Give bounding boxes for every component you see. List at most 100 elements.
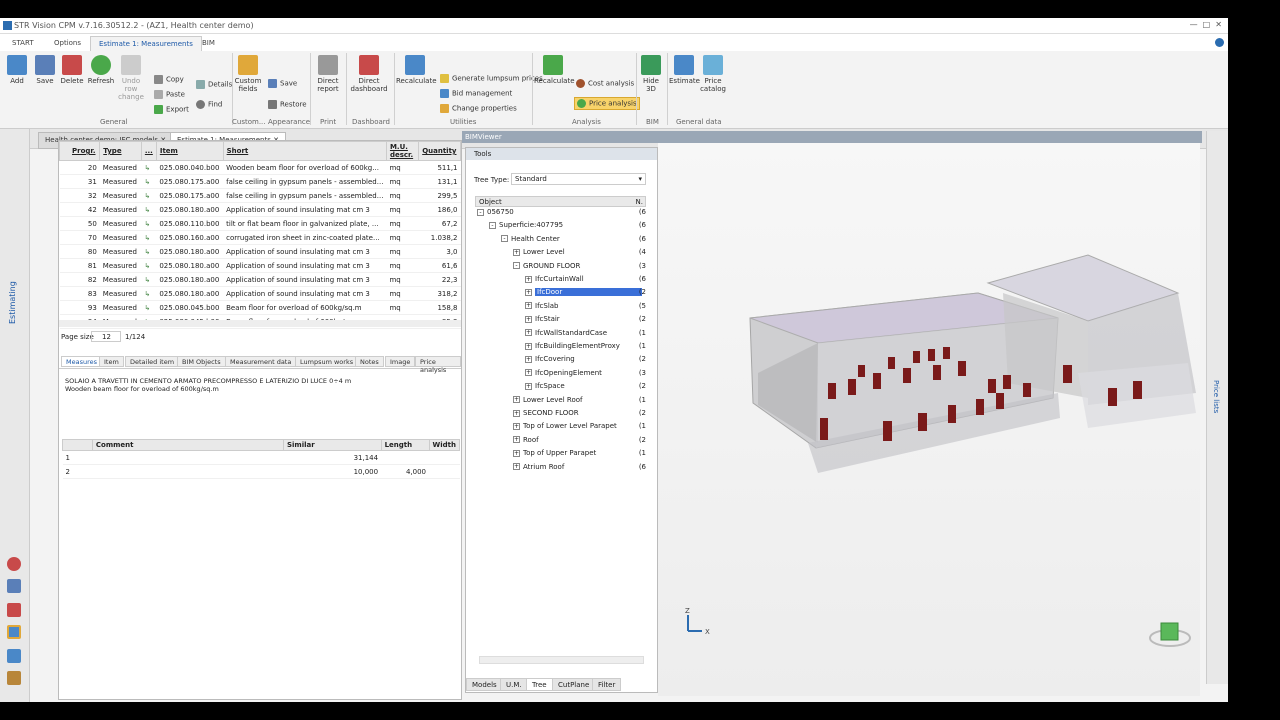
- col-more[interactable]: ...: [140, 141, 157, 161]
- tab-bim[interactable]: BIM: [194, 36, 223, 51]
- tree-node[interactable]: + Top of Lower Level Parapet: [513, 422, 617, 430]
- expand-icon[interactable]: +: [525, 355, 532, 363]
- tab-measures[interactable]: Measures: [61, 356, 103, 367]
- tree-node[interactable]: -056750: [477, 208, 514, 216]
- tab-estimate-measurements[interactable]: Estimate 1: Measurements: [90, 36, 202, 51]
- recalculate-button[interactable]: Recalculate: [396, 55, 437, 85]
- generate-lumpsum-button[interactable]: Generate lumpsum prices: [440, 74, 543, 83]
- tree-node[interactable]: + IfcCovering: [525, 355, 575, 363]
- expand-icon[interactable]: +: [525, 288, 532, 296]
- price-lists-label[interactable]: Price lists: [1212, 380, 1220, 413]
- expand-icon[interactable]: +: [525, 382, 532, 390]
- copy-button[interactable]: Copy: [154, 75, 184, 84]
- expand-icon[interactable]: -: [501, 235, 508, 243]
- table-row[interactable]: 83 Measured ↳ 025.080.180.a00 Application of…: [59, 286, 461, 301]
- custom-fields-button[interactable]: Custom fields: [234, 55, 262, 93]
- find-button[interactable]: Find: [196, 100, 222, 109]
- direct-dashboard-button[interactable]: Direct dashboard: [348, 55, 390, 93]
- expand-icon[interactable]: +: [513, 463, 520, 471]
- estimating-label[interactable]: Estimating: [8, 281, 17, 324]
- expand-icon[interactable]: +: [525, 275, 532, 283]
- measure-row[interactable]: 2 10,000 4,000: [62, 464, 460, 479]
- document-icon[interactable]: [7, 579, 21, 593]
- tree-node[interactable]: + IfcStair: [525, 315, 560, 323]
- bid-management-button[interactable]: Bid management: [440, 89, 512, 98]
- measurements-grid[interactable]: Progr. Type ... Item Short M.U. descr. Q…: [58, 141, 461, 329]
- tab-start[interactable]: START: [4, 36, 42, 51]
- cell-comment[interactable]: [92, 450, 284, 465]
- chart-icon[interactable]: [7, 671, 21, 685]
- expand-icon[interactable]: -: [477, 208, 484, 216]
- tab-price-analysis[interactable]: Price analysis: [415, 356, 461, 374]
- estimate-icon[interactable]: [7, 625, 21, 639]
- tree-node[interactable]: + SECOND FLOOR: [513, 409, 579, 417]
- tab-options[interactable]: Options: [46, 36, 89, 51]
- cell-width[interactable]: [429, 450, 460, 465]
- table-row[interactable]: 70 Measured ↳ 025.080.160.a00 corrugated iro…: [59, 230, 461, 245]
- tab-models[interactable]: Models: [466, 678, 503, 691]
- tree-node[interactable]: - Superficie:407795: [489, 221, 563, 229]
- col-type[interactable]: Type: [99, 141, 142, 161]
- navigation-cube-icon[interactable]: [1149, 622, 1191, 647]
- grid-icon[interactable]: [7, 649, 21, 663]
- expand-icon[interactable]: +: [525, 369, 532, 377]
- col-comment[interactable]: Comment: [91, 439, 284, 451]
- cell-similar[interactable]: 31,144: [283, 450, 382, 465]
- help-icon[interactable]: [1215, 38, 1224, 47]
- tree-type-select[interactable]: Standard ▾: [511, 173, 646, 185]
- tab-cutplane[interactable]: CutPlane: [552, 678, 596, 691]
- direct-report-button[interactable]: Direct report: [312, 55, 344, 93]
- building-icon[interactable]: [7, 603, 21, 617]
- tree-node[interactable]: + Lower Level: [513, 248, 565, 256]
- expand-icon[interactable]: +: [513, 409, 520, 417]
- undo-row-change-button[interactable]: Undo row change: [116, 55, 146, 101]
- cell-comment[interactable]: [92, 464, 284, 479]
- expand-icon[interactable]: +: [525, 329, 532, 337]
- tree-node[interactable]: + Top of Upper Parapet: [513, 449, 596, 457]
- expand-icon[interactable]: +: [513, 396, 520, 404]
- page-size-input[interactable]: 12: [91, 331, 121, 342]
- expand-icon[interactable]: +: [525, 342, 532, 350]
- tab-bim-objects[interactable]: BIM Objects: [177, 356, 226, 367]
- table-row[interactable]: 20 Measured ↳ 025.080.040.b00 Wooden beam fl…: [59, 160, 461, 175]
- save-appearance-button[interactable]: Save: [268, 79, 297, 88]
- tab-detailed-item[interactable]: Detailed item: [125, 356, 180, 367]
- 3d-viewport[interactable]: Z X: [658, 143, 1200, 696]
- window-controls[interactable]: — □ ✕: [1190, 20, 1222, 29]
- expand-icon[interactable]: -: [513, 262, 520, 270]
- tree-node[interactable]: - GROUND FLOOR: [513, 262, 580, 270]
- change-properties-button[interactable]: Change properties: [440, 104, 517, 113]
- tab-measurement-data[interactable]: Measurement data: [225, 356, 297, 367]
- table-row[interactable]: 42 Measured ↳ 025.080.180.a00 Application of…: [59, 202, 461, 217]
- table-row[interactable]: 81 Measured ↳ 025.080.180.a00 Application of…: [59, 258, 461, 273]
- cell-length[interactable]: 4,000: [381, 464, 429, 479]
- cost-analysis-button[interactable]: Cost analysis: [576, 79, 634, 88]
- hide-3d-button[interactable]: Hide 3D: [638, 55, 664, 93]
- expand-icon[interactable]: +: [513, 422, 520, 430]
- expand-icon[interactable]: +: [513, 449, 520, 457]
- tree-node[interactable]: + Atrium Roof: [513, 463, 564, 471]
- table-row[interactable]: 32 Measured ↳ 025.080.175.a00 false ceiling …: [59, 188, 461, 203]
- table-row[interactable]: 31 Measured ↳ 025.080.175.a00 false ceiling …: [59, 174, 461, 189]
- price-analysis-button[interactable]: Price analysis: [574, 97, 640, 110]
- col-short[interactable]: Short: [222, 141, 387, 161]
- building-model[interactable]: Z X: [658, 143, 1200, 696]
- paste-button[interactable]: Paste: [154, 90, 185, 99]
- measures-grid[interactable]: Comment Similar Length Width 1 31,144 2 10,…: [62, 439, 460, 479]
- table-row[interactable]: 50 Measured ↳ 025.080.110.b00 tilt or flat b…: [59, 216, 461, 231]
- measure-row[interactable]: 1 31,144: [62, 450, 460, 465]
- table-row[interactable]: 82 Measured ↳ 025.080.180.a00 Application of…: [59, 272, 461, 287]
- cell-width[interactable]: [429, 464, 460, 479]
- col-width[interactable]: Width: [428, 439, 460, 451]
- horizontal-scrollbar[interactable]: [59, 320, 461, 327]
- col-item[interactable]: Item: [155, 141, 224, 161]
- export-button[interactable]: Export: [154, 105, 189, 114]
- tree-scrollbar[interactable]: [479, 656, 644, 664]
- price-catalog-button[interactable]: Price catalog: [700, 55, 726, 93]
- expand-icon[interactable]: +: [513, 248, 520, 256]
- tree-node[interactable]: + IfcOpeningElement: [525, 369, 602, 377]
- tab-lumpsum-works[interactable]: Lumpsum works: [295, 356, 359, 367]
- tab-image[interactable]: Image: [385, 356, 416, 367]
- table-row[interactable]: 93 Measured ↳ 025.080.045.b00 Beam floor for…: [59, 300, 461, 315]
- tab-um[interactable]: U.M.: [500, 678, 528, 691]
